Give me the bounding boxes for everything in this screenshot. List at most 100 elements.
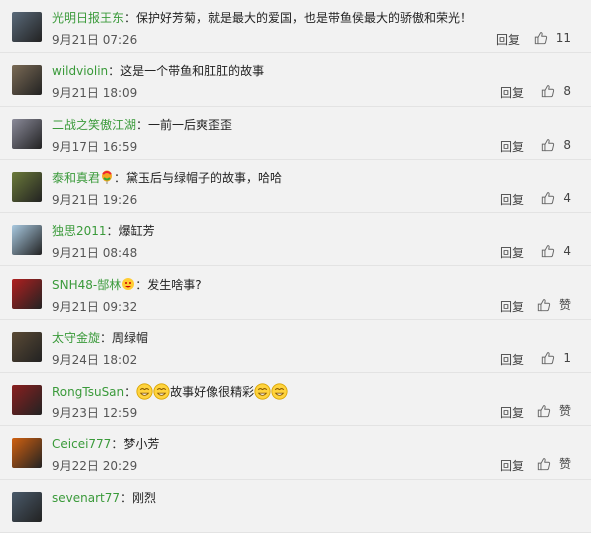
comment-item: 光明日报王东：保护好芳菊，就是最大的爱国，也是带鱼侯最大的骄傲和荣光！ 9月21日… bbox=[0, 0, 591, 54]
user-avatar[interactable] bbox=[12, 491, 42, 522]
thumbs-up-icon bbox=[537, 404, 551, 418]
reply-button[interactable]: 回复 bbox=[496, 33, 520, 47]
comment-text: 梦小芳 bbox=[123, 437, 160, 452]
comment-separator: ： bbox=[124, 385, 137, 400]
comment-text: 黛玉后与绿帽子的故事，哈哈 bbox=[126, 170, 283, 185]
comment-line: SNH48-郜林 ：发生啥事? bbox=[52, 277, 202, 293]
comment-text: 这是一个带鱼和肛肛的故事 bbox=[120, 64, 265, 79]
comment-separator: ： bbox=[111, 437, 124, 452]
laughing-emoji-icon bbox=[254, 383, 271, 400]
comment-item: wildviolin：这是一个带鱼和肛肛的故事 9月21日 18:09 回复 8 bbox=[0, 53, 591, 107]
like-count: 1 bbox=[563, 350, 571, 365]
comment-line: 太守金旋：周绿帽 bbox=[52, 330, 148, 346]
comment-item: 独思2011：爆缸芳 9月21日 08:48 回复 4 bbox=[0, 213, 591, 267]
like-button[interactable]: 赞 bbox=[537, 298, 571, 312]
user-avatar[interactable] bbox=[12, 118, 42, 149]
like-count: 赞 bbox=[558, 457, 571, 472]
reply-button[interactable]: 回复 bbox=[500, 353, 524, 367]
comment-username[interactable]: 二战之笑傲江湖 bbox=[52, 118, 136, 132]
comment-line: 泰和真君 ：黛玉后与绿帽子的故事，哈哈 bbox=[52, 170, 282, 186]
like-count: 8 bbox=[563, 84, 571, 99]
like-count: 4 bbox=[563, 190, 571, 205]
comment-item: SNH48-郜林 ：发生啥事? 9月21日 09:32 回复 赞 bbox=[0, 267, 591, 320]
comment-text: 故事好像很精彩 bbox=[170, 385, 255, 400]
like-button[interactable]: 赞 bbox=[537, 404, 571, 418]
thumbs-up-icon bbox=[541, 138, 555, 152]
thumbs-up-icon bbox=[534, 31, 548, 45]
like-button[interactable]: 4 bbox=[541, 191, 571, 205]
comment-timestamp: 9月23日 12:59 bbox=[52, 406, 138, 421]
comment-username[interactable]: 独思2011 bbox=[52, 224, 107, 238]
laughing-emoji-icon bbox=[136, 383, 153, 400]
reply-button[interactable]: 回复 bbox=[500, 246, 524, 260]
comment-line: 二战之笑傲江湖：一前一后爽歪歪 bbox=[52, 117, 232, 133]
like-button[interactable]: 1 bbox=[541, 351, 571, 365]
comment-username[interactable]: 光明日报王东 bbox=[52, 11, 124, 25]
comment-timestamp: 9月21日 09:32 bbox=[52, 299, 138, 314]
comment-text: 爆缸芳 bbox=[118, 224, 155, 239]
comment-separator: ： bbox=[106, 224, 119, 239]
reply-button[interactable]: 回复 bbox=[500, 86, 524, 100]
comment-text: 保护好芳菊，就是最大的爱国，也是带鱼侯最大的骄傲和荣光！ bbox=[136, 11, 473, 25]
comment-item: 太守金旋：周绿帽 9月24日 18:02 回复 1 bbox=[0, 320, 591, 374]
comment-item: RongTsuSan： 故事好像很精彩 9月23日 12:59 回复 赞 bbox=[0, 373, 591, 427]
reply-button[interactable]: 回复 bbox=[500, 459, 524, 473]
user-avatar[interactable] bbox=[12, 385, 42, 416]
comment-separator: ： bbox=[108, 64, 121, 79]
user-avatar[interactable] bbox=[12, 438, 42, 469]
like-button[interactable]: 8 bbox=[541, 84, 571, 98]
comment-item: Ceicei777：梦小芳 9月22日 20:29 回复 赞 bbox=[0, 426, 591, 480]
thumbs-up-icon bbox=[541, 244, 555, 258]
like-count: 8 bbox=[563, 137, 571, 152]
comment-username[interactable]: SNH48-郜林 bbox=[52, 278, 121, 292]
thumbs-up-icon bbox=[541, 351, 555, 365]
user-avatar[interactable] bbox=[12, 225, 42, 256]
comment-username[interactable]: RongTsuSan bbox=[52, 385, 124, 399]
like-count: 11 bbox=[555, 31, 571, 45]
user-avatar[interactable] bbox=[12, 12, 42, 42]
like-button[interactable]: 4 bbox=[541, 244, 571, 258]
comment-line: 独思2011：爆缸芳 bbox=[52, 223, 155, 239]
comment-line: sevenart77：刚烈 bbox=[52, 490, 156, 506]
comment-text: 周绿帽 bbox=[112, 330, 149, 345]
comment-separator: ： bbox=[114, 170, 127, 185]
comment-timestamp: 9月21日 07:26 bbox=[52, 33, 138, 47]
user-avatar[interactable] bbox=[12, 171, 42, 202]
comment-separator: ： bbox=[124, 11, 137, 25]
balloon-badge-icon bbox=[100, 170, 114, 184]
thumbs-up-icon bbox=[541, 84, 555, 98]
comment-text: 刚烈 bbox=[132, 490, 157, 505]
comment-separator: ： bbox=[120, 490, 133, 505]
like-button[interactable]: 8 bbox=[541, 138, 571, 152]
comment-line: RongTsuSan： 故事好像很精彩 bbox=[52, 383, 288, 400]
comment-separator: ： bbox=[100, 330, 113, 345]
comment-separator: ： bbox=[135, 277, 148, 292]
comment-text: 一前一后爽歪歪 bbox=[148, 117, 233, 132]
user-avatar[interactable] bbox=[12, 331, 42, 362]
comment-line: Ceicei777：梦小芳 bbox=[52, 436, 159, 452]
comment-timestamp: 9月21日 19:26 bbox=[52, 192, 138, 207]
reply-button[interactable]: 回复 bbox=[500, 140, 524, 154]
laughing-emoji-icon bbox=[271, 383, 288, 400]
like-button[interactable]: 11 bbox=[534, 31, 571, 45]
reply-button[interactable]: 回复 bbox=[500, 300, 524, 314]
comment-username[interactable]: Ceicei777 bbox=[52, 437, 111, 451]
comment-item: sevenart77：刚烈 bbox=[0, 480, 591, 533]
comment-item: 泰和真君 ：黛玉后与绿帽子的故事，哈哈 9月21日 19:26 回复 4 bbox=[0, 160, 591, 214]
comment-username[interactable]: wildviolin bbox=[52, 64, 108, 78]
like-count: 赞 bbox=[558, 404, 571, 419]
comment-timestamp: 9月22日 20:29 bbox=[52, 459, 138, 474]
like-button[interactable]: 赞 bbox=[537, 457, 571, 471]
comment-timestamp: 9月24日 18:02 bbox=[52, 352, 138, 367]
comment-username[interactable]: 太守金旋 bbox=[52, 331, 100, 345]
comment-username[interactable]: 泰和真君 bbox=[52, 171, 100, 185]
reply-button[interactable]: 回复 bbox=[500, 406, 524, 420]
thumbs-up-icon bbox=[537, 298, 551, 312]
comment-username[interactable]: sevenart77 bbox=[52, 491, 120, 505]
user-avatar[interactable] bbox=[12, 278, 42, 309]
like-count: 赞 bbox=[558, 297, 571, 312]
comment-timestamp: 9月21日 18:09 bbox=[52, 86, 138, 101]
user-avatar[interactable] bbox=[12, 65, 42, 96]
comment-timestamp: 9月17日 16:59 bbox=[52, 139, 138, 154]
reply-button[interactable]: 回复 bbox=[500, 193, 524, 207]
